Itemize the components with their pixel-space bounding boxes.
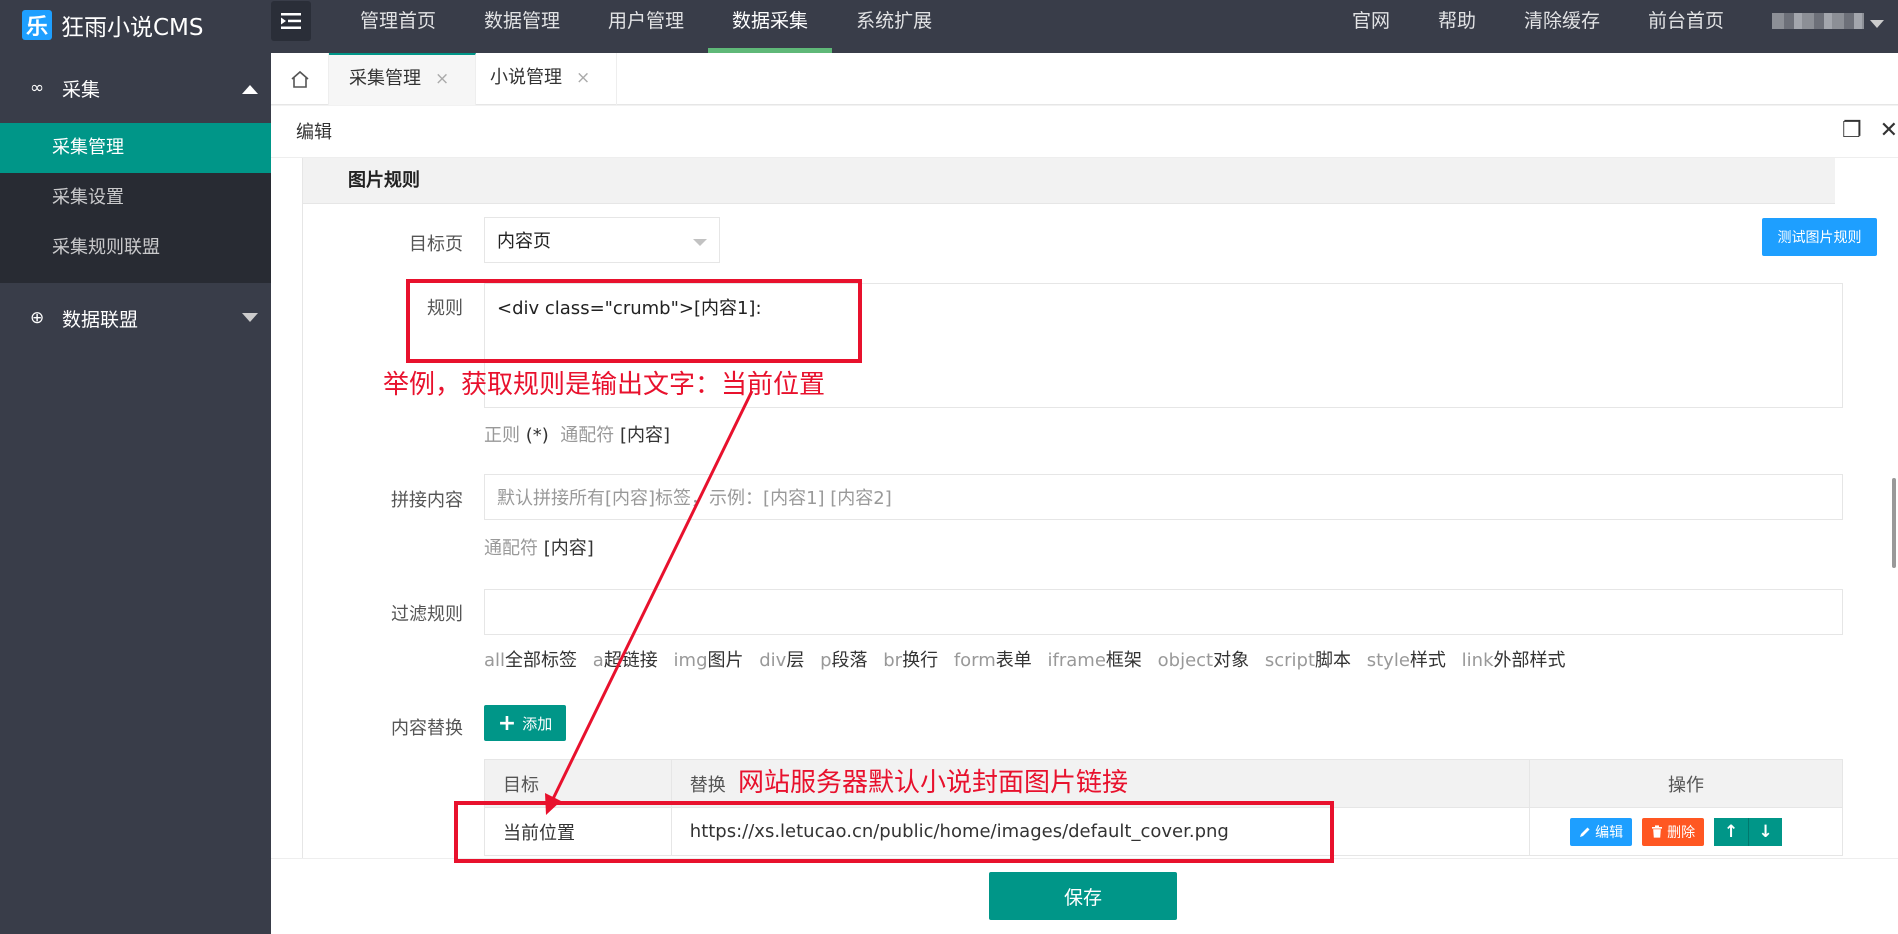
nav-item-extend[interactable]: 系统扩展 xyxy=(832,0,956,53)
nav-clear-cache[interactable]: 清除缓存 xyxy=(1500,0,1624,53)
nav-frontend-home[interactable]: 前台首页 xyxy=(1624,0,1748,53)
filter-tag-img[interactable]: img图片 xyxy=(674,650,744,671)
sidebar-group-label: 数据联盟 xyxy=(62,308,139,331)
sidebar-group-label: 采集 xyxy=(62,78,101,101)
concat-label: 拼接内容 xyxy=(391,490,463,511)
filter-tag-link[interactable]: link外部样式 xyxy=(1462,650,1566,671)
avatar xyxy=(1772,13,1864,29)
filter-tag-form[interactable]: form表单 xyxy=(954,650,1032,671)
scrollbar[interactable] xyxy=(1892,478,1896,568)
cell-actions: 编辑 删除 ↑ ↓ xyxy=(1529,807,1843,856)
chevron-down-icon xyxy=(242,313,258,322)
maximize-icon[interactable]: ❐ xyxy=(1842,118,1862,143)
sidebar-submenu: 采集管理 采集设置 采集规则联盟 xyxy=(0,123,271,283)
form-footer: 保存 xyxy=(271,858,1898,934)
nav-item-collect[interactable]: 数据采集 xyxy=(708,0,833,53)
test-image-rule-button[interactable]: 测试图片规则 xyxy=(1762,218,1877,256)
menu-indent-icon xyxy=(281,13,301,29)
sidebar: ∞ 采集 采集管理 采集设置 采集规则联盟 ⊕ 数据联盟 xyxy=(0,53,271,934)
sidebar-item-collect-settings[interactable]: 采集设置 xyxy=(0,173,271,223)
infinity-icon: ∞ xyxy=(30,78,45,98)
rule-hint: 正则 (*) 通配符 [内容] xyxy=(484,425,671,446)
menu-toggle-button[interactable] xyxy=(271,1,311,41)
top-bar: 乐 狂雨小说CMS 管理首页 数据管理 用户管理 数据采集 系统扩展 官网 帮助… xyxy=(0,0,1898,53)
tabs-bar: 采集管理 × 小说管理 × xyxy=(271,53,1898,105)
add-button-label: 添加 xyxy=(522,714,553,733)
filter-tag-a[interactable]: a超链接 xyxy=(593,650,658,671)
chevron-down-icon xyxy=(693,239,707,246)
edit-content: 图片规则 目标页 内容页 测试图片规则 规则 <div class="crumb… xyxy=(271,158,1898,858)
edit-button[interactable]: 编辑 xyxy=(1570,817,1633,846)
annotation-box-rule xyxy=(406,279,862,363)
sidebar-item-rule-alliance[interactable]: 采集规则联盟 xyxy=(0,223,271,273)
delete-button[interactable]: 删除 xyxy=(1642,817,1705,846)
annotation-note-rule: 举例，获取规则是输出文字：当前位置 xyxy=(383,370,826,400)
tab-label: 小说管理 xyxy=(490,67,562,88)
arrow-up-icon[interactable]: ↑ xyxy=(1714,817,1749,846)
target-page-select[interactable]: 内容页 xyxy=(484,217,720,263)
card-title: 图片规则 xyxy=(348,170,420,191)
filter-tag-script[interactable]: script脚本 xyxy=(1265,650,1351,671)
delete-label: 删除 xyxy=(1667,824,1696,841)
nav-official-site[interactable]: 官网 xyxy=(1328,0,1414,53)
panel-header: 编辑 ❐ ✕ xyxy=(271,106,1898,158)
trash-icon xyxy=(1652,825,1663,838)
add-replace-button[interactable]: + 添加 xyxy=(484,705,566,741)
concat-input[interactable]: 默认拼接所有[内容]标签，示例：[内容1] [内容2] xyxy=(484,474,1843,520)
tab-novel-manage[interactable]: 小说管理 × xyxy=(470,53,618,105)
chevron-down-icon xyxy=(1870,19,1884,28)
edit-label: 编辑 xyxy=(1595,824,1624,841)
image-rule-card: 图片规则 目标页 内容页 测试图片规则 规则 <div class="crumb… xyxy=(302,158,1877,858)
card-header: 图片规则 xyxy=(303,158,1835,204)
filter-tags: all全部标签 a超链接 img图片 div层 p段落 br换行 form表单 … xyxy=(484,646,1566,672)
filter-tag-iframe[interactable]: iframe框架 xyxy=(1048,650,1142,671)
user-menu[interactable] xyxy=(1748,0,1898,53)
filter-tag-div[interactable]: div层 xyxy=(759,650,804,671)
arrow-down-icon[interactable]: ↓ xyxy=(1748,817,1783,846)
pencil-icon xyxy=(1580,827,1590,837)
target-label: 目标页 xyxy=(409,234,463,255)
filter-tag-all[interactable]: all全部标签 xyxy=(484,650,577,671)
concat-hint: 通配符 [内容] xyxy=(484,538,594,559)
filter-tag-object[interactable]: object对象 xyxy=(1158,650,1249,671)
concat-placeholder: 默认拼接所有[内容]标签，示例：[内容1] [内容2] xyxy=(497,488,892,509)
home-icon xyxy=(290,70,309,88)
close-icon[interactable]: ✕ xyxy=(1880,118,1898,143)
tab-label: 采集管理 xyxy=(349,68,421,89)
panel-controls: ❐ ✕ xyxy=(1842,118,1898,143)
annotation-box-row xyxy=(454,801,1334,863)
logo-icon: 乐 xyxy=(22,10,52,40)
chevron-up-icon xyxy=(242,85,258,94)
annotation-note-replace: 网站服务器默认小说封面图片链接 xyxy=(738,768,1129,798)
sidebar-item-collect-manage[interactable]: 采集管理 xyxy=(0,123,271,173)
close-icon[interactable]: × xyxy=(435,69,449,89)
close-icon[interactable]: × xyxy=(576,68,590,88)
filter-input[interactable] xyxy=(484,589,1843,635)
nav-item-home[interactable]: 管理首页 xyxy=(336,0,460,53)
filter-tag-style[interactable]: style样式 xyxy=(1367,650,1446,671)
save-button[interactable]: 保存 xyxy=(989,872,1177,920)
filter-tag-br[interactable]: br换行 xyxy=(883,650,938,671)
replace-label: 内容替换 xyxy=(391,718,463,739)
filter-tag-p[interactable]: p段落 xyxy=(820,650,867,671)
nav-help[interactable]: 帮助 xyxy=(1414,0,1500,53)
reorder-buttons: ↑ ↓ xyxy=(1714,817,1783,846)
nav-item-data[interactable]: 数据管理 xyxy=(460,0,584,53)
brand[interactable]: 乐 狂雨小说CMS xyxy=(22,8,204,42)
top-nav: 管理首页 数据管理 用户管理 数据采集 系统扩展 xyxy=(336,0,956,53)
filter-label: 过滤规则 xyxy=(391,604,463,625)
panel-title: 编辑 xyxy=(296,122,332,143)
plus-icon: + xyxy=(497,710,517,736)
target-page-value: 内容页 xyxy=(497,231,551,252)
sidebar-group-collect[interactable]: ∞ 采集 xyxy=(0,53,271,123)
column-header-actions: 操作 xyxy=(1529,759,1843,808)
tab-home[interactable] xyxy=(271,53,329,105)
nav-item-users[interactable]: 用户管理 xyxy=(584,0,708,53)
sidebar-group-data-alliance[interactable]: ⊕ 数据联盟 xyxy=(0,283,271,353)
globe-icon: ⊕ xyxy=(30,308,45,328)
tab-collect-manage[interactable]: 采集管理 × xyxy=(329,53,477,105)
right-nav: 官网 帮助 清除缓存 前台首页 xyxy=(1328,0,1898,53)
brand-name: 狂雨小说CMS xyxy=(61,15,204,41)
